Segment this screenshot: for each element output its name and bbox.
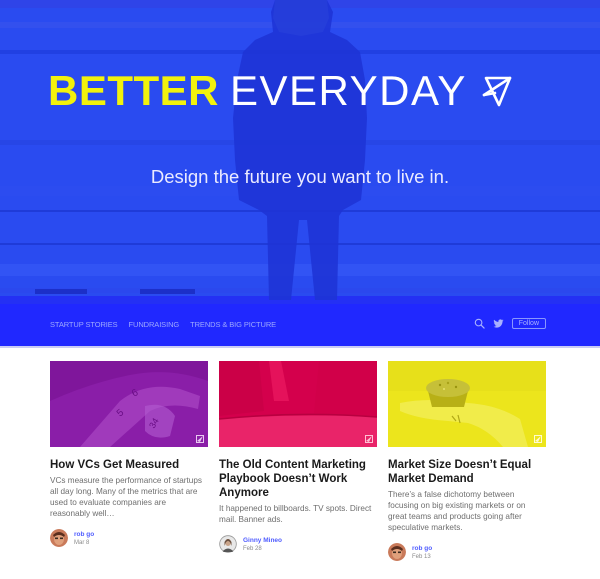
post-excerpt: It happened to billboards. TV spots. Dir… [219,504,372,524]
street-photo [219,361,377,447]
post-title[interactable]: Market Size Doesn’t Equal Market Demand [388,458,546,486]
image-watermark-icon [365,435,373,443]
nav-links: STARTUP STORIES FUNDRAISING TRENDS & BIG… [50,320,276,329]
author-info: Ginny Mineo Feb 28 [243,537,282,552]
avatar[interactable] [388,543,406,561]
image-watermark-icon [534,435,542,443]
post-date: Mar 8 [74,539,90,546]
post-card: The Old Content Marketing Playbook Doesn… [219,361,377,553]
search-icon[interactable] [474,318,485,329]
person-silhouette [233,0,367,300]
post-title[interactable]: The Old Content Marketing Playbook Doesn… [219,458,377,500]
paper-plane-icon [482,76,512,107]
nav-link-trends-big-picture[interactable]: TRENDS & BIG PICTURE [190,320,276,329]
hero-bg-stripe [140,289,195,294]
post-date: Feb 13 [412,553,431,560]
post-author: rob go Feb 13 [388,543,546,561]
follow-button[interactable]: Follow [511,318,546,329]
author-name[interactable]: Ginny Mineo [243,537,282,544]
hero-bg-stripe [35,289,87,294]
navbar-divider [0,346,600,348]
post-date: Feb 28 [243,545,262,552]
author-info: rob go Feb 13 [412,545,432,560]
publication-navbar: STARTUP STORIES FUNDRAISING TRENDS & BIG… [0,304,600,346]
hero-title-light: EVERYDAY [230,67,467,114]
hero-subtitle: Design the future you want to live in. [150,166,450,187]
post-title[interactable]: How VCs Get Measured [50,458,208,472]
post-author: Ginny Mineo Feb 28 [219,535,377,553]
post-card: Market Size Doesn’t Equal Market Demand … [388,361,546,561]
post-excerpt: There’s a false dichotomy between focusi… [388,490,526,532]
hero-title: BETTER EVERYDAY [48,66,568,116]
hero-banner: BETTER EVERYDAY Design the future you wa… [0,0,600,305]
tape-measure-photo: 5 6 34 [50,361,208,447]
hero-title-bold: BETTER [48,67,219,114]
post-card: 5 6 34 How VCs Get Measured VCs measure … [50,361,208,547]
avatar[interactable] [219,535,237,553]
post-card-image[interactable] [219,361,377,447]
nav-actions: Follow [474,318,546,329]
post-excerpt: VCs measure the performance of startups … [50,476,202,518]
avatar[interactable] [50,529,68,547]
post-card-image[interactable] [388,361,546,447]
nav-link-fundraising[interactable]: FUNDRAISING [129,320,180,329]
author-info: rob go Mar 8 [74,531,94,546]
post-card-image[interactable]: 5 6 34 [50,361,208,447]
twitter-icon[interactable] [493,318,504,329]
author-name[interactable]: rob go [74,531,94,538]
cupcake-photo [388,361,546,447]
image-watermark-icon [196,435,204,443]
post-author: rob go Mar 8 [50,529,208,547]
nav-link-startup-stories[interactable]: STARTUP STORIES [50,320,118,329]
author-name[interactable]: rob go [412,545,432,552]
